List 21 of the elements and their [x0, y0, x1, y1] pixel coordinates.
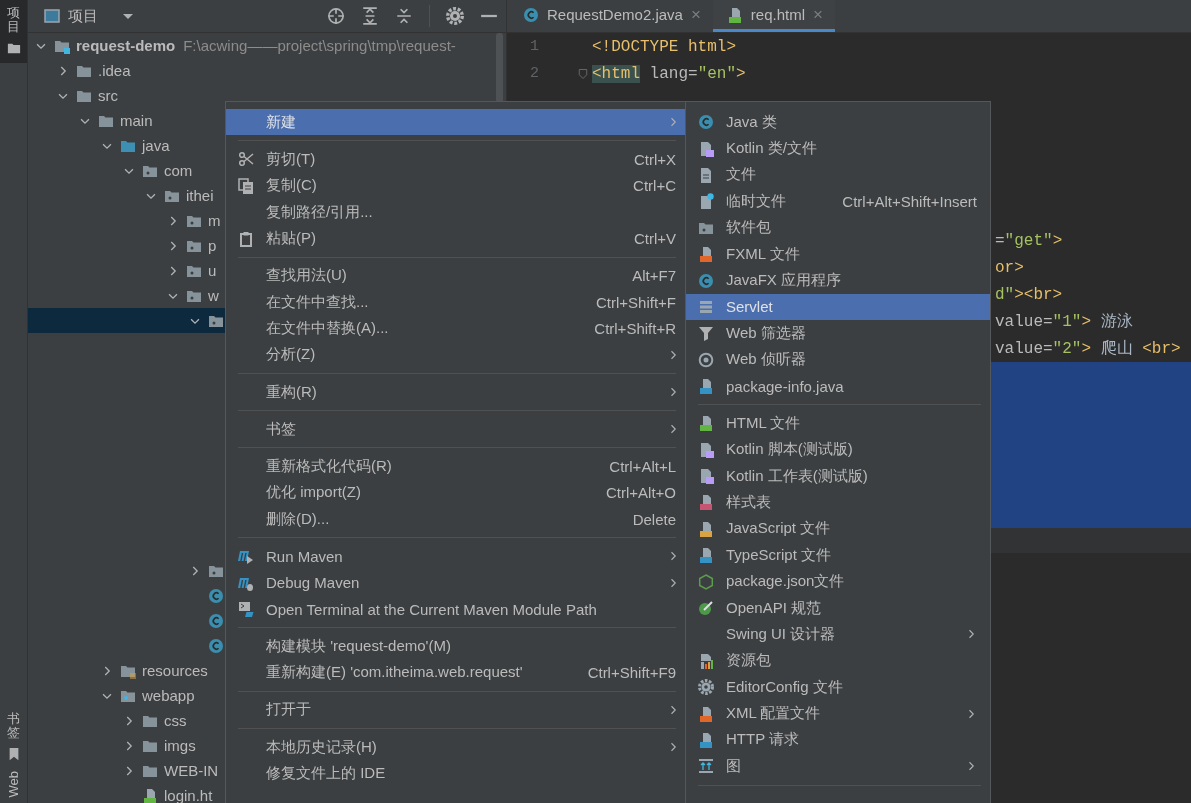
shortcut-text: Ctrl+Shift+F	[595, 293, 676, 311]
code-line: d"><br>	[995, 285, 1063, 304]
code-line: or>	[995, 258, 1024, 277]
shortcut-text: Ctrl+Alt+Shift+Insert	[842, 192, 977, 210]
shortcut-text: Ctrl+X	[633, 150, 676, 168]
shortcut-text: Ctrl+Shift+F9	[587, 664, 676, 682]
shortcut-text: Ctrl+C	[633, 177, 676, 195]
code-line: <!DOCTYPE html>	[592, 37, 737, 56]
code-line: ="get">	[995, 231, 1063, 250]
shortcut-text: Ctrl+Alt+O	[605, 484, 676, 502]
shortcut-text: Ctrl+V	[633, 230, 676, 248]
shortcut-text: Ctrl+Alt+L	[609, 457, 676, 475]
shortcut-text: Ctrl+Shift+R	[594, 320, 676, 337]
path-text: F:\acwing——project\spring\tmp\request-	[183, 37, 456, 54]
code-line: <html lang="en">	[592, 64, 746, 83]
shortcut-text: Alt+F7	[632, 267, 676, 285]
code-line: value="2"> 爬山 <br>	[995, 339, 1181, 359]
code-line: value="1"> 游泳	[995, 311, 1133, 332]
line-number: 2	[529, 65, 539, 82]
shortcut-text: Delete	[632, 510, 676, 528]
line-number: 1	[529, 38, 539, 55]
